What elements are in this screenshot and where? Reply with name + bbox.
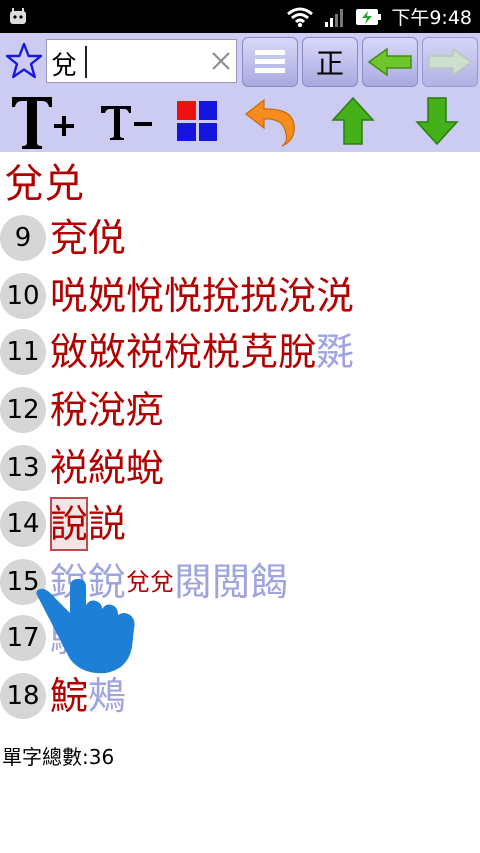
character[interactable]: 脫 (278, 325, 316, 379)
character[interactable]: 祱 (126, 325, 164, 379)
menu-icon (255, 50, 285, 73)
stroke-count-row: 10 哾娧悅悦挩捝涗涚 (0, 268, 354, 324)
character[interactable]: 涚 (316, 269, 354, 323)
status-bar: 下午9:48 (0, 0, 480, 33)
undo-arrow-icon (245, 98, 295, 147)
character[interactable]: 侻 (88, 211, 126, 265)
character[interactable]: 捝 (240, 269, 278, 323)
total-count-label: 單字總數:36 (2, 745, 115, 769)
character[interactable]: 稅 (50, 383, 88, 437)
character-group: 哾娧悅悦挩捝涗涚 (50, 269, 354, 323)
star-favorite-icon[interactable] (4, 41, 44, 81)
clock: 下午9:48 (391, 7, 472, 29)
arrow-up-icon (331, 96, 375, 145)
traditional-toggle-button[interactable]: 正 (302, 37, 358, 87)
stroke-count-row: 11 敓敚祱梲棁莌脫毲 (0, 324, 354, 380)
character[interactable]: 梲 (164, 325, 202, 379)
menu-button[interactable] (242, 37, 298, 87)
back-button[interactable] (362, 37, 418, 87)
character[interactable]: 閱 (174, 555, 212, 609)
selected-character[interactable]: 說 (50, 497, 89, 551)
stroke-count-row: 14 說説 (0, 496, 126, 552)
character[interactable]: 鯇 (50, 669, 88, 723)
character[interactable]: 閲 (212, 555, 250, 609)
wifi-icon (287, 7, 314, 27)
character[interactable]: 説 (88, 497, 126, 551)
character[interactable]: 悦 (164, 269, 202, 323)
character[interactable]: 棁 (202, 325, 240, 379)
top-toolbar: 兌 正 (0, 33, 480, 90)
character-group: 說説 (50, 497, 126, 551)
color-button[interactable] (172, 90, 222, 152)
font-increase-button[interactable] (8, 90, 80, 152)
stroke-count-badge: 14 (0, 501, 46, 547)
character[interactable]: 敚 (88, 325, 126, 379)
search-input[interactable]: 兌 (46, 39, 237, 83)
stroke-count-row: 12 稅涗痥 (0, 382, 164, 438)
stroke-count-row: 9兗侻 (0, 210, 126, 266)
root-char[interactable]: 兌 (4, 158, 44, 210)
character[interactable]: 兗 (50, 211, 88, 265)
stroke-count-badge: 10 (0, 273, 46, 319)
character[interactable]: 裞 (50, 441, 88, 495)
font-decrease-button[interactable] (98, 90, 158, 152)
character[interactable]: 娧 (88, 269, 126, 323)
stroke-count-badge: 13 (0, 445, 46, 491)
character[interactable]: 鵊 (88, 669, 126, 723)
text-larger-icon (12, 97, 74, 149)
character[interactable]: 涗 (278, 269, 316, 323)
text-cursor (85, 46, 87, 78)
character-group: 兗侻 (50, 211, 126, 265)
undo-button[interactable] (242, 90, 298, 152)
character[interactable]: 餲 (250, 555, 288, 609)
android-notification-icon (10, 8, 26, 24)
color-squares-icon (177, 101, 217, 141)
scroll-up-button[interactable] (330, 90, 376, 152)
stroke-count-row: 13 裞綐蛻 (0, 440, 164, 496)
scroll-down-button[interactable] (414, 90, 460, 152)
character[interactable]: 悅 (126, 269, 164, 323)
character-group: 裞綐蛻 (50, 441, 164, 495)
character[interactable]: 哾 (50, 269, 88, 323)
character[interactable]: 綐 (88, 441, 126, 495)
character[interactable]: 蛻 (126, 441, 164, 495)
arrow-left-icon (367, 47, 412, 77)
character-group: 敓敚祱梲棁莌脫毲 (50, 325, 354, 379)
pointing-hand-icon (36, 579, 135, 674)
stroke-count-badge: 18 (0, 673, 46, 719)
tool-toolbar (0, 90, 480, 152)
forward-button[interactable] (422, 37, 478, 87)
character[interactable]: 痥 (126, 383, 164, 437)
search-input-value: 兌 (51, 51, 78, 81)
character[interactable]: 莌 (240, 325, 278, 379)
stroke-count-badge: 9 (0, 215, 46, 261)
clear-icon[interactable] (210, 50, 232, 72)
character[interactable]: 毲 (316, 325, 354, 379)
character-group: 稅涗痥 (50, 383, 164, 437)
character-group: 鯇鵊 (50, 669, 126, 723)
root-char[interactable]: 兑 (44, 158, 84, 210)
arrow-down-icon (415, 97, 459, 146)
signal-icon (325, 8, 344, 27)
stroke-count-badge: 12 (0, 387, 46, 433)
character[interactable]: 涗 (88, 383, 126, 437)
character[interactable]: 挩 (202, 269, 240, 323)
battery-charging-icon (356, 8, 382, 25)
stroke-count-badge: 11 (0, 329, 46, 375)
character[interactable]: 敓 (50, 325, 88, 379)
arrow-right-icon (428, 47, 473, 77)
text-smaller-icon (101, 106, 152, 140)
root-characters: 兌 兑 (4, 158, 84, 210)
